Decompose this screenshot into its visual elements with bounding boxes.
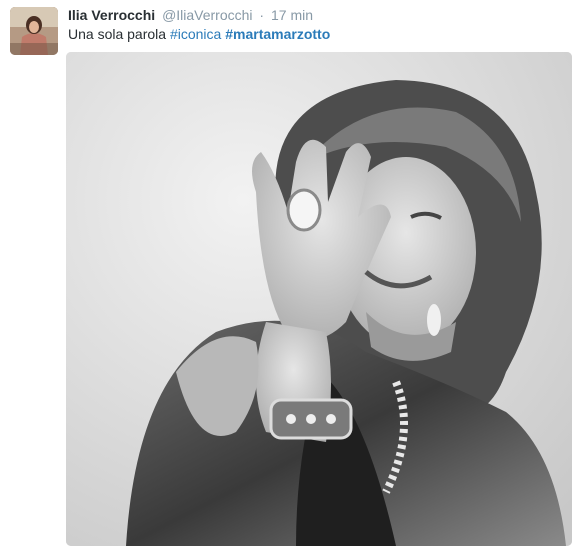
- avatar-photo-icon: [10, 7, 58, 55]
- tweet-text-prefix: Una sola parola: [68, 26, 167, 42]
- tweet-header: Ilia Verrocchi @IliaVerrocchi · 17 min: [68, 6, 313, 24]
- header-separator: ·: [259, 7, 265, 23]
- portrait-photo-icon: [66, 52, 572, 546]
- tweet-media[interactable]: [66, 52, 572, 546]
- hashtag-martamarzotto[interactable]: #martamarzotto: [225, 26, 330, 42]
- author-handle[interactable]: @IliaVerrocchi: [162, 7, 252, 23]
- tweet-text: Una sola parola #iconica #martamarzotto: [68, 25, 330, 43]
- avatar[interactable]: [10, 7, 58, 55]
- tweet-timestamp[interactable]: 17 min: [271, 7, 313, 23]
- author-name[interactable]: Ilia Verrocchi: [68, 7, 155, 23]
- hashtag-iconica[interactable]: #iconica: [170, 26, 221, 42]
- tweet: Ilia Verrocchi @IliaVerrocchi · 17 min U…: [0, 0, 580, 554]
